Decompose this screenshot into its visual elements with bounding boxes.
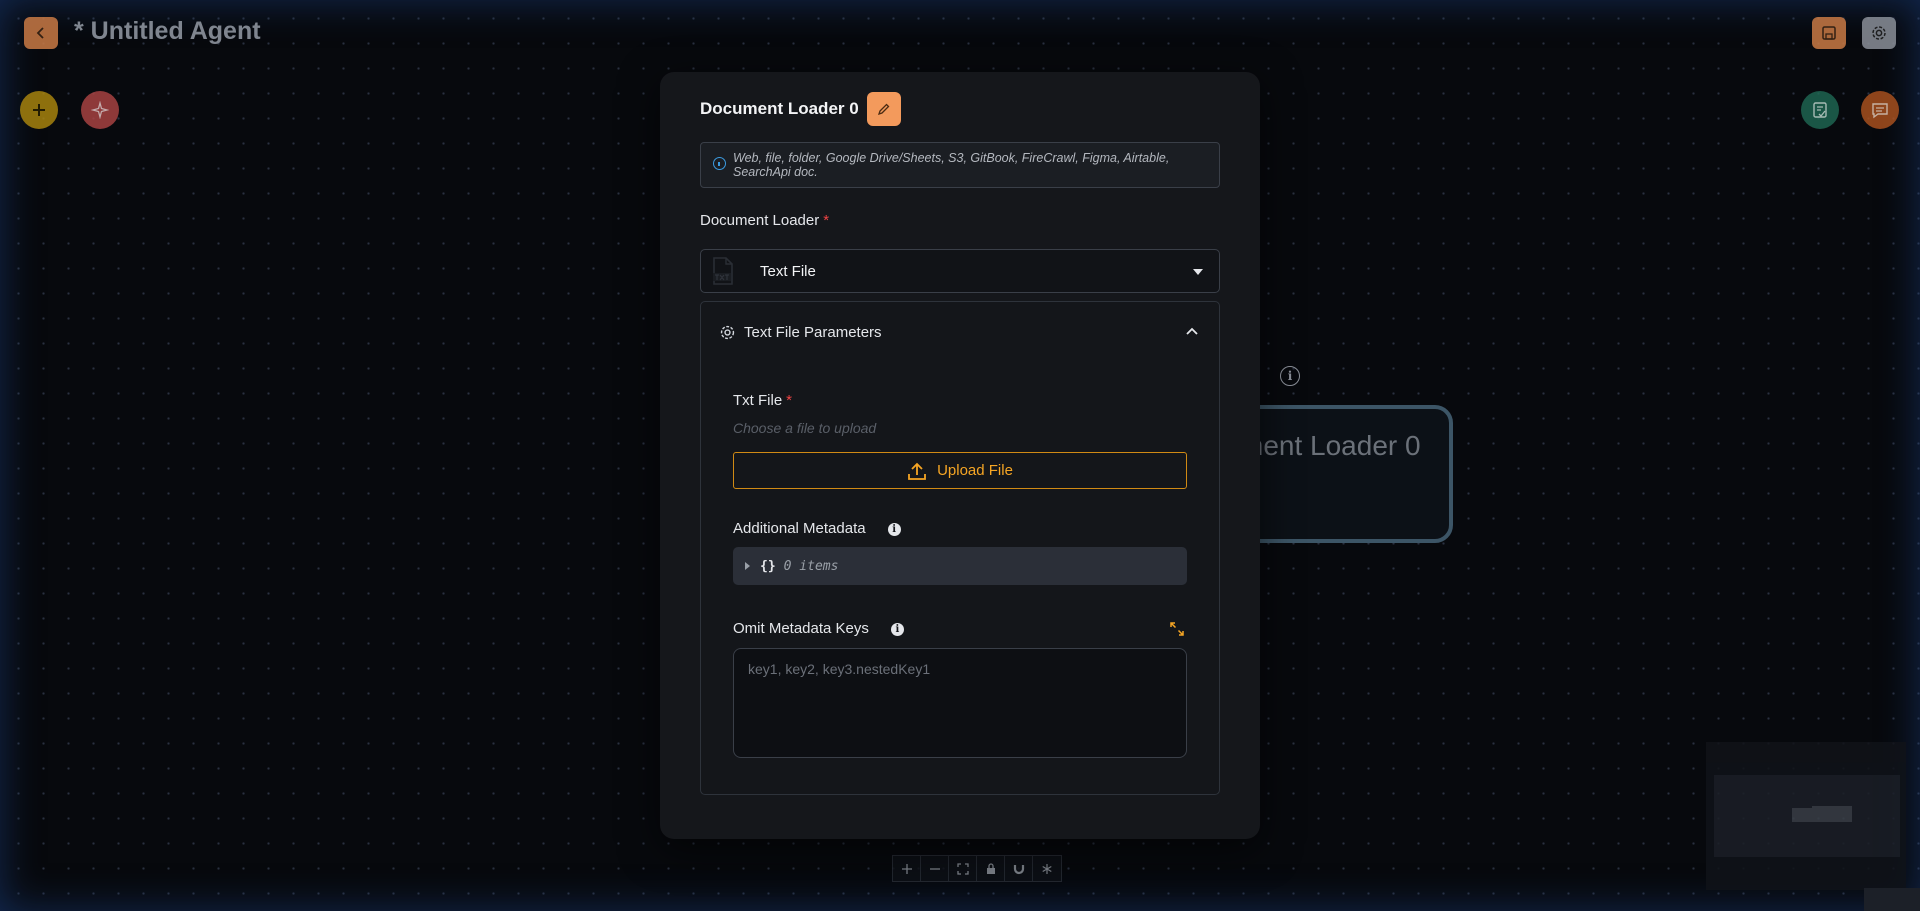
settings-button[interactable] [1862,17,1896,49]
zoom-in-button[interactable] [893,856,921,881]
node-settings-dialog: Document Loader 0 Web, file, folder, Goo… [660,72,1260,839]
save-icon [1822,26,1836,40]
gear-icon [1872,26,1886,40]
clipboard-check-icon [1813,102,1827,118]
minimap-node [1792,808,1814,822]
omit-metadata-keys-label-text: Omit Metadata Keys [733,620,869,637]
document-loader-label-text: Document Loader [700,212,820,229]
additional-metadata-label: Additional Metadata i [733,520,901,537]
dialog-title: Document Loader 0 [700,99,859,118]
required-mark: * [823,212,830,229]
omit-metadata-keys-label: Omit Metadata Keys i [733,620,904,637]
document-loader-label: Document Loader * [700,212,829,229]
info-icon[interactable]: i [890,622,904,636]
txt-file-label-text: Txt File [733,392,783,409]
back-button[interactable] [24,17,58,49]
lock-icon [986,862,995,874]
omit-metadata-keys-input[interactable]: key1, key2, key3.nestedKey1 [733,648,1187,758]
validate-button[interactable] [1801,91,1839,129]
description-text: Web, file, folder, Google Drive/Sheets, … [733,151,1170,179]
node-info-icon[interactable]: i [1280,366,1300,386]
agent-title[interactable]: * Untitled Agent [74,17,261,46]
magnet-icon [1013,864,1024,874]
plus-icon [901,863,912,874]
pencil-icon [877,103,890,116]
save-button[interactable] [1812,17,1846,49]
dropdown-caret-icon [1193,269,1203,275]
canvas-controls [892,855,1062,882]
selected-loader: Text File [760,262,816,280]
required-mark: * [786,392,793,409]
txt-file-placeholder: Choose a file to upload [733,420,877,436]
minimap-node [1812,806,1852,822]
chat-icon [1872,103,1888,119]
edit-name-button[interactable] [866,92,901,126]
expand-icon[interactable] [1170,622,1184,636]
attribution [1864,888,1920,911]
parameters-title: Text File Parameters [744,324,882,341]
minimap[interactable] [1706,742,1906,890]
zoom-out-button[interactable] [921,856,949,881]
chevron-up-icon[interactable] [1185,326,1199,336]
additional-metadata-label-text: Additional Metadata [733,520,866,537]
txt-file-icon [713,257,733,285]
minus-icon [929,867,940,870]
dialog-header: Document Loader 0 [700,92,901,126]
json-braces: {} [760,558,776,574]
upload-file-label: Upload File [937,462,1013,479]
background-toggle-button[interactable] [1033,856,1061,881]
node-title: ment Loader 0 [1240,430,1421,461]
plus-icon [33,104,45,116]
json-item-count: 0 items [783,558,839,574]
upload-file-button[interactable]: Upload File [733,452,1187,489]
chat-button[interactable] [1861,91,1899,129]
asterisk-icon [1042,863,1052,874]
metadata-json-editor[interactable]: {} 0 items [733,547,1187,585]
generate-button[interactable] [81,91,119,129]
info-icon [713,157,726,170]
parameters-panel: Text File Parameters Txt File * Choose a … [700,301,1220,795]
parameters-header[interactable]: Text File Parameters [719,324,882,341]
expand-caret-icon[interactable] [745,562,750,570]
sparkles-icon [91,101,109,119]
chevron-left-icon [36,27,44,39]
upload-icon [908,462,926,480]
fit-view-icon [956,862,969,875]
document-loader-select[interactable]: Text File [700,249,1220,293]
lock-button[interactable] [977,856,1005,881]
info-icon[interactable]: i [887,522,901,536]
fit-view-button[interactable] [949,856,977,881]
gear-icon [720,325,735,340]
snap-button[interactable] [1005,856,1033,881]
description-box: Web, file, folder, Google Drive/Sheets, … [700,142,1220,188]
txt-file-label: Txt File * [733,392,792,409]
add-node-button[interactable] [20,91,58,129]
